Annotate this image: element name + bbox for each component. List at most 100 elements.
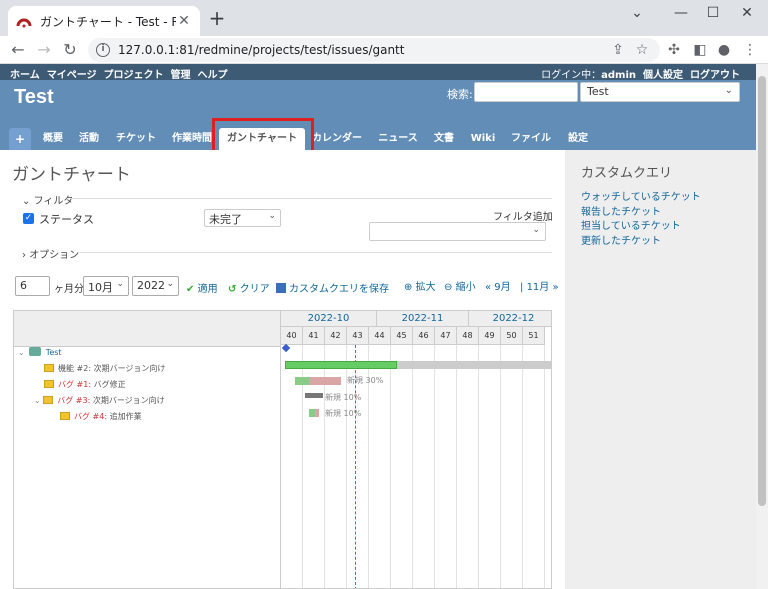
status-operator-select[interactable]: 未完了 ⌄ — [204, 209, 281, 227]
main-content: ガントチャート ⌄ フィルタ ✓ ステータス 未完了 ⌄ フィルタ追加 ⌄ › … — [0, 150, 565, 589]
url-text: 127.0.0.1:81/redmine/projects/test/issue… — [118, 43, 405, 57]
bookmark-star-icon[interactable]: ☆ — [632, 40, 652, 60]
reload-icon: ↺ — [228, 284, 237, 295]
clear-button[interactable]: ↺ クリア — [228, 280, 270, 295]
gantt-bar-parent[interactable] — [305, 393, 323, 398]
scrollbar-thumb[interactable] — [758, 76, 766, 506]
chevron-down-icon: ⌄ — [268, 211, 276, 221]
gantt-bar-late[interactable] — [315, 409, 319, 417]
page-title: ガントチャート — [12, 165, 131, 185]
zoom-out-button[interactable]: ⊖ 縮小 — [444, 278, 476, 293]
year-select[interactable]: 2022 ⌄ — [132, 276, 179, 296]
gantt-gridline — [390, 345, 391, 588]
folder-icon — [44, 380, 54, 388]
gantt-week-header: 50 — [501, 327, 523, 345]
gantt-week-header: 45 — [391, 327, 413, 345]
tab-wiki[interactable]: Wiki — [470, 128, 496, 150]
gantt-row-issue[interactable]: バグ #4: 追加作業 — [60, 409, 142, 425]
reload-icon[interactable]: ↻ — [58, 38, 82, 62]
tab-documents[interactable]: 文書 — [432, 128, 456, 150]
gantt-row-version[interactable]: 機能 #2: 次期バージョン向け — [44, 361, 165, 377]
tab-activity[interactable]: 活動 — [76, 128, 102, 150]
tab-time-entries[interactable]: 作業時間 — [170, 128, 214, 150]
chevron-down-icon[interactable]: ⌄ — [616, 0, 658, 28]
options-legend[interactable]: › オプション — [22, 246, 79, 261]
sidebar-link-assigned[interactable]: 担当しているチケット — [581, 217, 681, 232]
top-menu-admin[interactable]: 管理 — [171, 66, 191, 81]
gantt-week-header: 40 — [281, 327, 303, 345]
apply-button[interactable]: ✔ 適用 — [186, 280, 218, 295]
gantt-bar-done[interactable] — [295, 377, 309, 385]
gantt-bar-late[interactable] — [309, 377, 341, 385]
project-title[interactable]: Test — [14, 86, 54, 109]
top-menu-help[interactable]: ヘルプ — [198, 66, 228, 81]
chevron-down-icon: ⌄ — [116, 279, 124, 289]
status-checkbox[interactable]: ✓ — [23, 213, 34, 224]
info-icon[interactable]: i — [96, 43, 110, 57]
back-icon[interactable]: ← — [6, 38, 30, 62]
tab-issues[interactable]: チケット — [114, 128, 158, 150]
filter-legend[interactable]: ⌄ フィルタ — [22, 192, 73, 207]
browser-tab[interactable]: ガントチャート - Test - Redmine ✕ — [8, 6, 200, 36]
tab-files[interactable]: ファイル — [510, 128, 552, 150]
search-input[interactable] — [474, 82, 578, 102]
window-close-icon[interactable]: ✕ — [726, 0, 768, 28]
tab-calendar[interactable]: カレンダー — [310, 128, 364, 150]
gantt-bar-label: 新規 10% — [325, 409, 362, 418]
address-bar[interactable]: i 127.0.0.1:81/redmine/projects/test/iss… — [88, 38, 660, 62]
gantt-row-project[interactable]: ⌄ Test — [18, 345, 62, 361]
menu-icon[interactable]: ⋮ — [740, 40, 760, 60]
folder-icon — [60, 412, 70, 420]
save-query-button[interactable]: カスタムクエリを保存 — [276, 280, 389, 295]
my-account-link[interactable]: 個人設定 — [643, 66, 683, 81]
new-object-button[interactable]: + — [9, 128, 31, 150]
top-menu-my-page[interactable]: マイページ — [47, 66, 97, 81]
gantt-subjects-header — [14, 311, 280, 347]
browser-toolbar: ← → ↻ i 127.0.0.1:81/redmine/projects/te… — [0, 36, 768, 64]
tab-overview[interactable]: 概要 — [40, 128, 66, 150]
months-input[interactable]: 6 — [15, 276, 50, 296]
divider — [70, 198, 552, 199]
zoom-in-icon: ⊕ — [404, 282, 413, 293]
next-month-link[interactable]: | 11月 » — [520, 278, 559, 293]
gantt-week-header: 48 — [457, 327, 479, 345]
forward-icon[interactable]: → — [32, 38, 56, 62]
project-milestone-marker — [281, 343, 291, 353]
add-filter-select[interactable]: ⌄ — [369, 222, 546, 241]
sidebar-link-reported[interactable]: 報告したチケット — [581, 203, 661, 218]
top-menu-home[interactable]: ホーム — [10, 66, 40, 81]
gantt-subjects: ⌄ Test 機能 #2: 次期バージョン向け バグ #1: バグ修正 ⌄ バグ… — [13, 310, 280, 589]
gantt-bar-version-remaining — [397, 361, 551, 369]
sidebar-link-watched[interactable]: ウォッチしているチケット — [581, 188, 701, 203]
tab-news[interactable]: ニュース — [376, 128, 420, 150]
side-panel-icon[interactable]: ◧ — [690, 40, 710, 60]
month-select[interactable]: 10月 ⌄ — [83, 276, 129, 296]
tab-settings[interactable]: 設定 — [566, 128, 590, 150]
sidebar-link-updated[interactable]: 更新したチケット — [581, 232, 661, 247]
gantt-month-header: 2022-12 — [469, 311, 551, 327]
extensions-icon[interactable]: ✣ — [664, 40, 684, 60]
chevron-down-icon: ⌄ — [166, 279, 174, 289]
tab-close-icon[interactable]: ✕ — [176, 13, 192, 29]
share-icon[interactable]: ⇪ — [608, 40, 628, 60]
add-filter-label: フィルタ追加 — [493, 212, 553, 223]
previous-month-link[interactable]: « 9月 — [485, 278, 511, 293]
gantt-bar-label: 新規 10% — [325, 393, 362, 402]
zoom-in-button[interactable]: ⊕ 拡大 — [404, 278, 436, 293]
profile-icon[interactable]: ● — [714, 40, 734, 60]
gantt-row-issue[interactable]: ⌄ バグ #3: 次期バージョン向け — [34, 393, 165, 409]
logout-link[interactable]: ログアウト — [690, 66, 740, 81]
scrollbar[interactable] — [756, 64, 768, 589]
gantt-week-header: 49 — [479, 327, 501, 345]
sidebar: カスタムクエリ ウォッチしているチケット 報告したチケット 担当しているチケット… — [565, 150, 756, 589]
gantt-bar-version[interactable] — [285, 361, 397, 369]
gantt-gridline — [522, 345, 523, 588]
folder-icon — [43, 396, 54, 404]
gantt-week-header: 42 — [325, 327, 347, 345]
project-jump-select[interactable]: Test ⌄ — [580, 82, 740, 102]
new-tab-icon[interactable]: + — [206, 8, 228, 30]
folder-icon — [44, 364, 54, 372]
top-menu-projects[interactable]: プロジェクト — [104, 66, 164, 81]
gantt-row-issue[interactable]: バグ #1: バグ修正 — [44, 377, 126, 393]
browser-tab-bar: ガントチャート - Test - Redmine ✕ + ⌄ — ☐ ✕ — [0, 0, 768, 36]
